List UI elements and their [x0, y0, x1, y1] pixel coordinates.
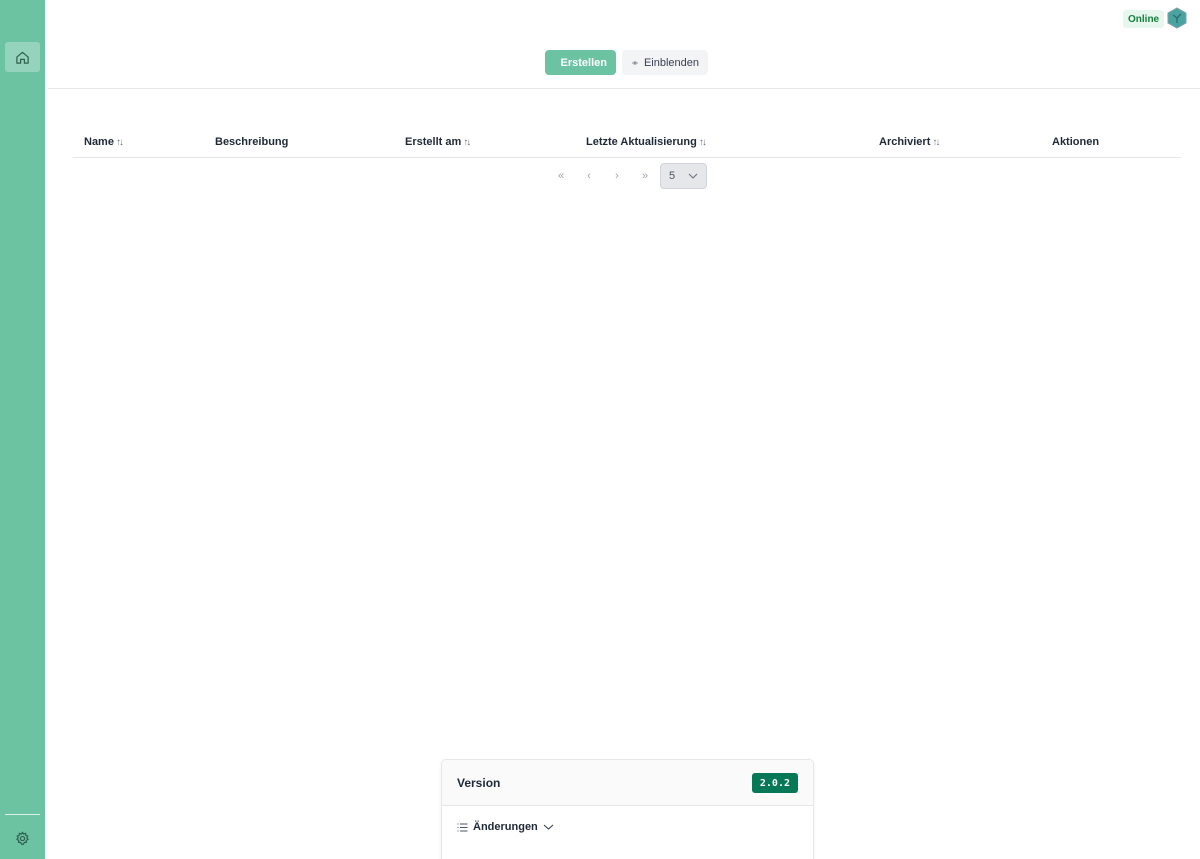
double-chevron-right-icon: »: [641, 169, 649, 182]
create-button[interactable]: Erstellen: [545, 50, 616, 75]
column-header-actions: Aktionen: [1052, 136, 1099, 148]
column-header-updated[interactable]: Letzte Aktualisierung ↑↓: [586, 136, 707, 148]
version-title: Version: [457, 776, 501, 790]
sort-icon: ↑↓: [932, 136, 940, 148]
plus-icon: [554, 62, 555, 63]
version-card-header: Version 2.0.2: [442, 760, 813, 806]
show-button-label: Einblenden: [643, 56, 699, 69]
avatar-icon: [1167, 7, 1187, 29]
column-header-label: Archiviert: [879, 136, 931, 148]
list-icon: [457, 823, 468, 831]
page-size-value: 5: [669, 170, 676, 182]
chevron-down-icon: [543, 824, 554, 830]
sort-icon: ↑↓: [698, 136, 707, 148]
app: Online Erstellen Einblenden Name ↑↓ Besc…: [0, 0, 1200, 859]
sidebar-divider: [5, 814, 40, 815]
column-header-label: Letzte Aktualisierung: [586, 136, 697, 148]
show-button[interactable]: Einblenden: [622, 50, 708, 75]
column-header-description: Beschreibung: [215, 136, 288, 148]
column-header-created[interactable]: Erstellt am ↑↓: [405, 136, 471, 148]
toolbar-divider: [48, 88, 1200, 89]
sidebar-item-settings[interactable]: [5, 823, 40, 853]
changes-label: Änderungen: [473, 821, 538, 833]
status-badge: Online: [1123, 10, 1165, 28]
sort-icon: ↑↓: [115, 136, 124, 148]
column-header-label: Beschreibung: [215, 136, 289, 148]
chevron-down-icon: [688, 173, 698, 179]
next-page-button[interactable]: ›: [604, 163, 630, 188]
column-header-name[interactable]: Name ↑↓: [84, 136, 124, 148]
version-card: Version 2.0.2 Änderungen: [441, 759, 814, 859]
column-header-label: Name: [84, 136, 114, 148]
chevron-left-icon: ‹: [587, 169, 591, 182]
sidebar: [0, 0, 45, 859]
column-header-archived[interactable]: Archiviert ↑↓: [879, 136, 940, 148]
double-chevron-left-icon: «: [557, 169, 565, 182]
last-page-button[interactable]: »: [632, 163, 658, 188]
first-page-button[interactable]: «: [548, 163, 574, 188]
changes-toggle[interactable]: Änderungen: [457, 821, 554, 833]
previous-page-button[interactable]: ‹: [576, 163, 602, 188]
version-badge: 2.0.2: [751, 773, 798, 793]
page-size-select[interactable]: 5: [660, 163, 707, 189]
sort-icon: ↑↓: [463, 136, 471, 148]
create-button-label: Erstellen: [560, 56, 607, 69]
table-header: Name ↑↓ Beschreibung Erstellt am ↑↓ Letz…: [73, 128, 1181, 158]
column-header-label: Aktionen: [1052, 136, 1100, 148]
home-icon: [16, 51, 29, 64]
chevron-right-icon: ›: [615, 169, 619, 182]
eye-icon: [632, 61, 638, 64]
avatar[interactable]: [1166, 7, 1188, 29]
column-header-label: Erstellt am: [405, 136, 462, 148]
sidebar-item-home[interactable]: [5, 42, 40, 72]
gear-icon: [16, 830, 29, 845]
